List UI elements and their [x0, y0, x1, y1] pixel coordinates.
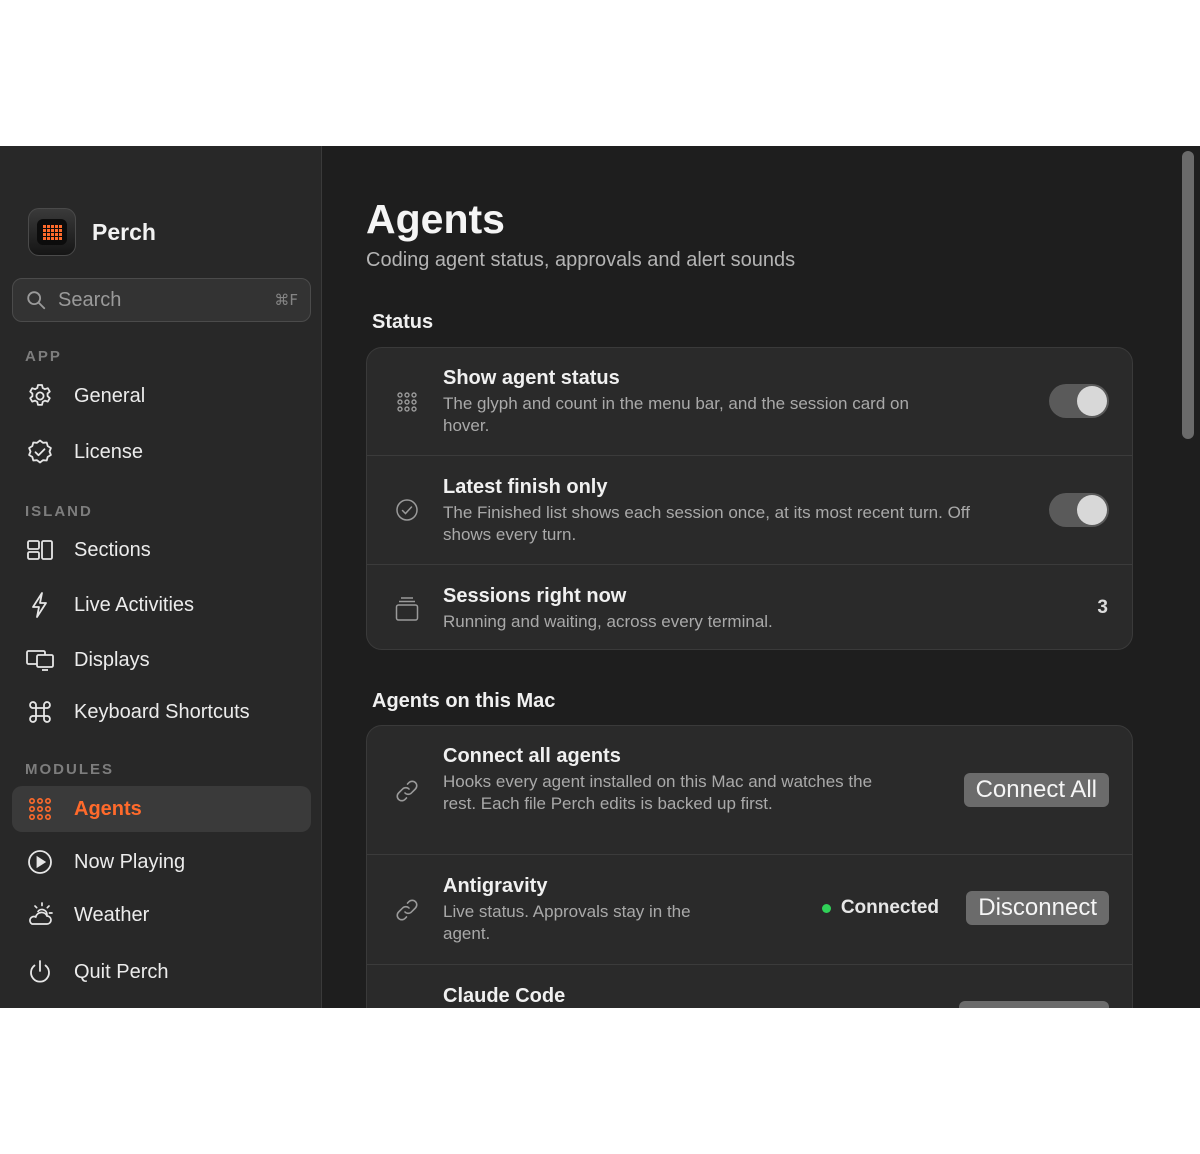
setting-description: The glyph and count in the menu bar, and… — [443, 394, 909, 435]
sidebar-item-sections[interactable]: Sections — [12, 527, 311, 573]
disconnect-button[interactable]: Disconnect — [966, 891, 1109, 925]
bolt-icon — [24, 589, 56, 621]
search-icon — [27, 291, 46, 310]
sidebar-item-label: Displays — [74, 648, 150, 671]
sidebar-item-now-playing[interactable]: Now Playing — [12, 839, 311, 885]
connect-all-button[interactable]: Connect All — [963, 773, 1109, 807]
agent-name: Claude Code — [443, 985, 566, 1007]
quit-button[interactable]: Quit Perch — [12, 949, 311, 995]
link-icon — [393, 777, 421, 805]
agent-description: Live status. Approvals stay in the agent… — [443, 902, 691, 943]
stack-icon — [393, 595, 421, 623]
verified-badge-icon — [24, 436, 56, 468]
sidebar-item-general[interactable]: General — [12, 373, 311, 419]
latest-finish-only-toggle[interactable] — [1049, 493, 1109, 527]
quit-label: Quit Perch — [74, 960, 169, 983]
sidebar-item-label: General — [74, 384, 146, 407]
setting-row-sessions-right-now: Sessions right now Running and waiting, … — [367, 565, 1132, 649]
dot-grid-icon — [393, 388, 421, 416]
sessions-count: 3 — [1097, 597, 1108, 618]
setting-title: Latest finish only — [443, 476, 608, 498]
sidebar-item-keyboard-shortcuts[interactable]: Keyboard Shortcuts — [12, 689, 311, 735]
sidebar-item-displays[interactable]: Displays — [12, 637, 311, 683]
scrollbar-thumb[interactable] — [1182, 151, 1194, 439]
setting-row-connect-all: Connect all agents Hooks every agent ins… — [367, 726, 1132, 855]
section-label-app: APP — [25, 348, 62, 365]
sidebar-item-label: Weather — [74, 903, 150, 926]
sidebar-item-label: Sections — [74, 538, 151, 561]
group-title-agents: Agents on this Mac — [372, 690, 556, 712]
search-shortcut: ⌘F — [274, 291, 298, 309]
sidebar-item-label: Keyboard Shortcuts — [74, 700, 250, 723]
agent-row-antigravity: Antigravity Live status. Approvals stay … — [367, 855, 1132, 965]
dot-grid-icon — [24, 793, 56, 825]
setting-title: Show agent status — [443, 367, 620, 389]
page-subtitle: Coding agent status, approvals and alert… — [366, 249, 796, 271]
gear-icon — [24, 380, 56, 412]
power-icon — [24, 956, 56, 988]
setting-title: Connect all agents — [443, 745, 621, 767]
setting-row-latest-finish-only: Latest finish only The Finished list sho… — [367, 456, 1132, 565]
status-label: Connected — [840, 897, 939, 918]
link-icon — [393, 896, 421, 924]
agent-name: Antigravity — [443, 875, 548, 897]
checkmark-circle-icon — [393, 496, 421, 524]
sidebar-item-agents[interactable]: Agents — [12, 786, 311, 832]
play-circle-icon — [24, 846, 56, 878]
group-title-status: Status — [372, 311, 434, 333]
main-content: Agents Coding agent status, approvals an… — [323, 146, 1176, 1008]
agents-card: Connect all agents Hooks every agent ins… — [366, 725, 1133, 1008]
section-label-island: ISLAND — [25, 503, 93, 520]
search-input[interactable] — [58, 288, 258, 312]
sidebar-item-weather[interactable]: Weather — [12, 892, 311, 938]
scrollbar[interactable] — [1176, 146, 1200, 1008]
sidebar-item-live-activities[interactable]: Live Activities — [12, 582, 311, 628]
app-name: Perch — [92, 218, 156, 245]
sidebar-item-label: License — [74, 440, 143, 463]
sidebar-item-license[interactable]: License — [12, 429, 311, 475]
brand: Perch — [28, 208, 156, 256]
section-label-modules: MODULES — [25, 761, 114, 778]
command-icon — [24, 696, 56, 728]
status-card: Show agent status The glyph and count in… — [366, 347, 1133, 650]
page-title: Agents — [366, 196, 505, 242]
sidebar-item-label: Live Activities — [74, 593, 195, 616]
status-dot-icon — [821, 903, 831, 913]
setting-description: The Finished list shows each session onc… — [443, 503, 970, 544]
sidebar-item-label: Now Playing — [74, 850, 186, 873]
settings-window: Perch ⌘F APP General License ISLAND — [0, 146, 1200, 1008]
agent-action-button[interactable] — [959, 1001, 1109, 1008]
setting-description: Hooks every agent installed on this Mac … — [443, 772, 873, 813]
search-field[interactable]: ⌘F — [12, 278, 311, 322]
agent-row-claude-code: Claude Code — [367, 965, 1132, 1008]
weather-icon — [24, 899, 56, 931]
setting-row-show-agent-status: Show agent status The glyph and count in… — [367, 348, 1132, 456]
show-agent-status-toggle[interactable] — [1049, 384, 1109, 418]
sections-layout-icon — [24, 534, 56, 566]
displays-icon — [24, 644, 56, 676]
sidebar: Perch ⌘F APP General License ISLAND — [0, 146, 322, 1008]
status-badge: Connected — [821, 897, 939, 919]
setting-title: Sessions right now — [443, 585, 627, 607]
setting-description: Running and waiting, across every termin… — [443, 612, 773, 631]
sidebar-item-label: Agents — [74, 797, 142, 820]
app-icon — [28, 208, 76, 256]
